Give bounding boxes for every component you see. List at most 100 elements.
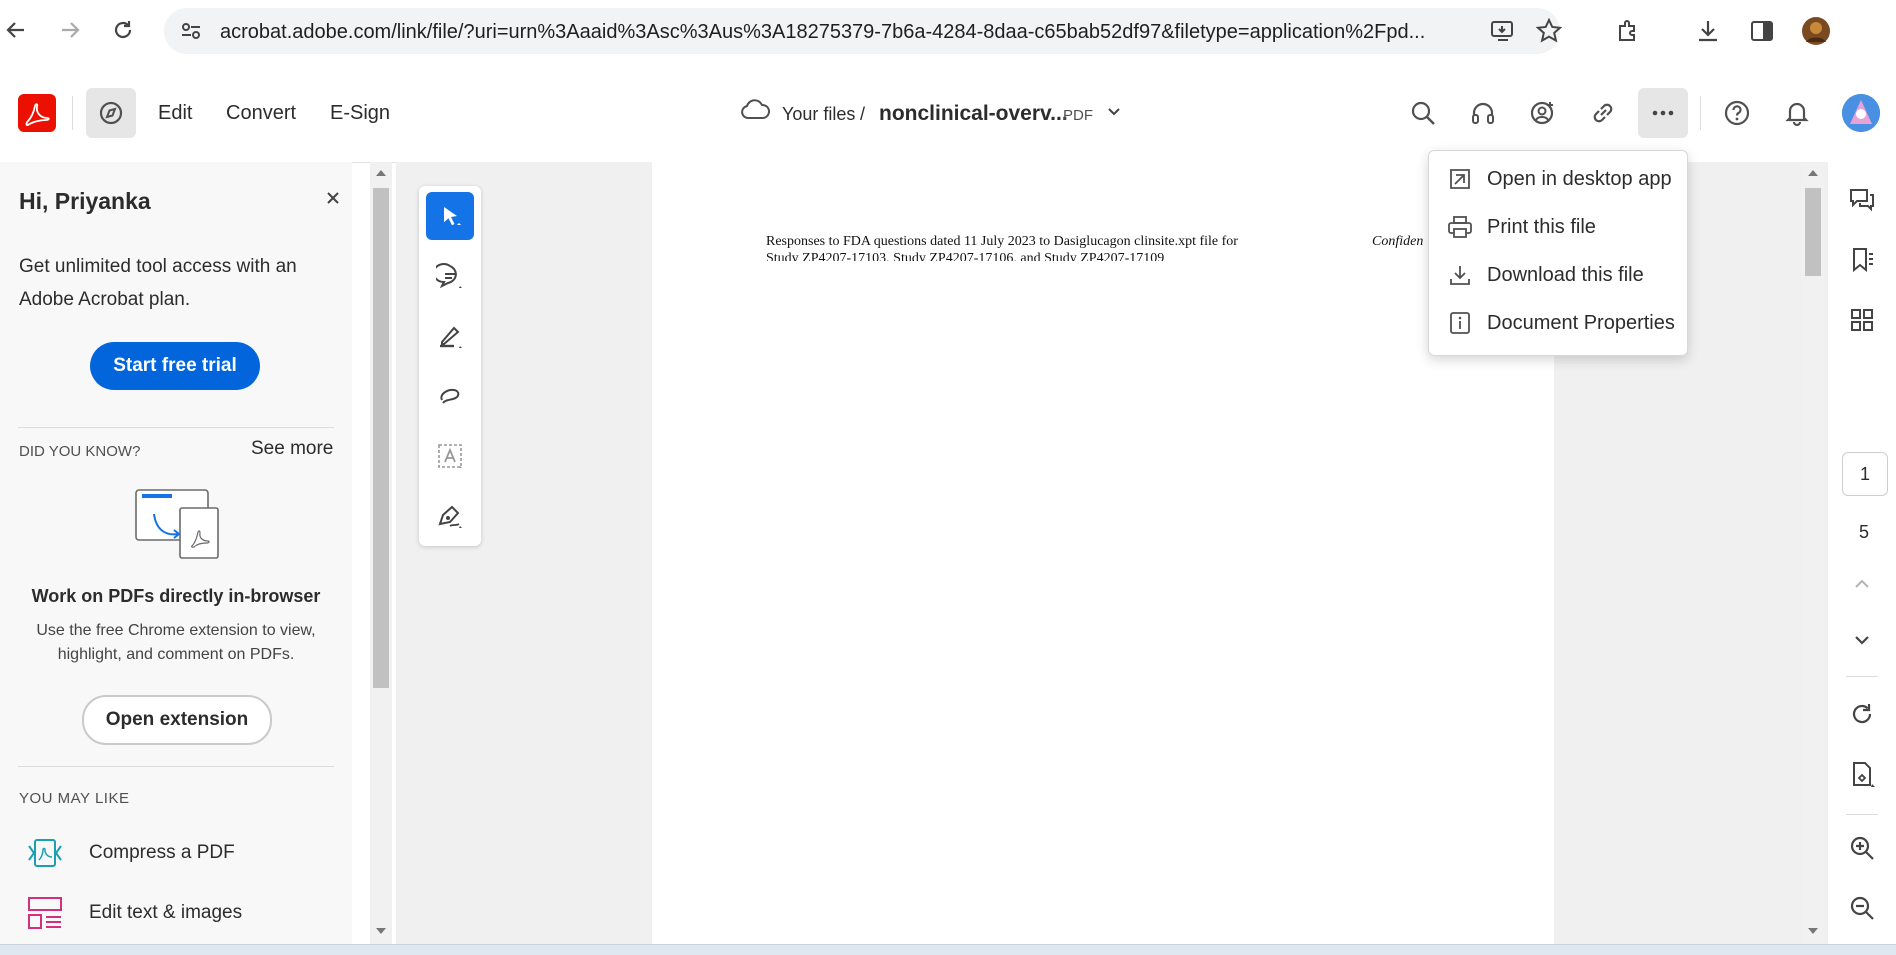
previous-page-chevron-up-icon[interactable]	[1842, 564, 1882, 604]
back-icon[interactable]	[0, 14, 32, 46]
profile-avatar[interactable]	[1800, 15, 1832, 47]
comments-panel-icon[interactable]	[1842, 180, 1882, 220]
bookmark-star-icon[interactable]	[1536, 18, 1562, 44]
reload-icon[interactable]	[107, 14, 139, 46]
home-button[interactable]	[86, 88, 136, 138]
section-divider	[18, 427, 334, 428]
draw-tool-button[interactable]	[426, 372, 474, 420]
select-tool-button[interactable]	[426, 192, 474, 240]
breadcrumb-separator: /	[860, 104, 866, 124]
more-options-button[interactable]	[1638, 88, 1688, 138]
forward-icon[interactable]	[54, 14, 86, 46]
side-panel-icon[interactable]	[1746, 15, 1778, 47]
acrobat-logo-icon[interactable]	[18, 94, 56, 132]
viewer-scrollbar[interactable]	[1802, 162, 1824, 944]
menu-item-download-file[interactable]: Download this file	[1429, 253, 1687, 297]
menu-item-document-properties[interactable]: Document Properties	[1429, 301, 1687, 345]
scroll-down-arrow-icon	[1808, 928, 1818, 934]
did-you-know-label: DID YOU KNOW?	[19, 443, 141, 460]
search-icon[interactable]	[1398, 88, 1448, 138]
menu-convert[interactable]: Convert	[226, 102, 296, 125]
compress-pdf-icon	[27, 836, 63, 870]
annotation-toolbar	[419, 186, 481, 546]
text-box-tool-button[interactable]	[426, 432, 474, 480]
sign-tool-button[interactable]	[426, 492, 474, 540]
cursor-arrow-icon	[444, 207, 461, 226]
suggestion-compress-pdf[interactable]: Compress a PDF	[0, 828, 352, 878]
text-box-icon	[438, 444, 462, 468]
zoom-out-icon[interactable]	[1842, 888, 1882, 928]
site-settings-icon[interactable]	[180, 20, 202, 42]
scrollbar-thumb[interactable]	[373, 188, 389, 688]
edit-text-images-icon	[27, 896, 63, 930]
browser-toolbar: acrobat.adobe.com/link/file/?uri=urn%3Aa…	[0, 0, 1896, 65]
open-external-icon	[1445, 164, 1475, 194]
menu-esign[interactable]: E-Sign	[330, 102, 390, 125]
address-bar[interactable]: acrobat.adobe.com/link/file/?uri=urn%3Aa…	[164, 8, 1562, 54]
highlighter-icon	[440, 326, 462, 348]
document-header-line-1: Responses to FDA questions dated 11 July…	[766, 234, 1238, 249]
confidential-label: Confiden	[1372, 234, 1424, 249]
chrome-extension-illustration-icon	[134, 484, 224, 560]
info-icon	[1445, 308, 1475, 338]
scroll-down-arrow-icon	[376, 928, 386, 934]
menu-item-open-desktop-app[interactable]: Open in desktop app	[1429, 157, 1687, 201]
extension-description: Use the free Chrome extension to view, h…	[36, 622, 316, 663]
download-icon	[1445, 260, 1475, 290]
pen-sign-icon	[438, 505, 462, 528]
acrobat-header: Edit Convert E-Sign Your files / nonclin…	[0, 64, 1896, 163]
freehand-draw-icon	[440, 388, 460, 404]
share-user-icon[interactable]	[1518, 88, 1568, 138]
left-panel-scrollbar[interactable]	[370, 162, 392, 944]
header-divider	[1700, 96, 1701, 130]
highlight-tool-button[interactable]	[426, 312, 474, 360]
help-icon[interactable]	[1712, 88, 1762, 138]
promo-text: Get unlimited tool access with an Adobe …	[19, 256, 297, 310]
open-extension-button[interactable]: Open extension	[82, 695, 272, 745]
downloads-icon[interactable]	[1692, 15, 1724, 47]
print-icon	[1445, 212, 1475, 242]
scrollbar-thumb[interactable]	[1805, 188, 1821, 276]
install-app-icon[interactable]	[1490, 18, 1516, 44]
zoom-in-icon[interactable]	[1842, 828, 1882, 868]
pdf-page[interactable]: Responses to FDA questions dated 11 July…	[652, 162, 1554, 944]
current-page-field[interactable]: 1	[1842, 452, 1888, 496]
page-tools-icon[interactable]	[1842, 754, 1882, 794]
more-options-menu: Open in desktop app Print this file Down…	[1428, 150, 1688, 356]
document-header-line-2: Study ZP4207-17103, Study ZP4207-17106, …	[766, 251, 1165, 261]
see-more-link[interactable]: See more	[251, 438, 333, 460]
file-name[interactable]: nonclinical-overv...	[879, 102, 1068, 126]
start-free-trial-button[interactable]: Start free trial	[90, 342, 260, 390]
thumbnails-grid-icon[interactable]	[1842, 300, 1882, 340]
cloud-icon	[740, 98, 770, 122]
total-pages: 5	[1858, 522, 1869, 542]
menu-item-print-file[interactable]: Print this file	[1429, 205, 1687, 249]
header-divider	[72, 96, 73, 130]
notifications-bell-icon[interactable]	[1772, 88, 1822, 138]
greeting-heading: Hi, Priyanka	[19, 188, 151, 214]
section-divider	[18, 766, 334, 767]
rail-divider	[1846, 676, 1878, 677]
close-icon[interactable]	[323, 188, 343, 208]
menu-item-label: Print this file	[1487, 215, 1596, 238]
compass-icon	[99, 101, 123, 125]
rotate-icon[interactable]	[1842, 694, 1882, 734]
read-aloud-icon[interactable]	[1458, 88, 1508, 138]
ellipsis-icon	[1652, 110, 1674, 116]
menu-item-label: Document Properties	[1487, 311, 1675, 334]
suggestion-edit-text-images[interactable]: Edit text & images	[0, 888, 352, 938]
breadcrumb-root[interactable]: Your files	[782, 104, 855, 125]
bookmarks-panel-icon[interactable]	[1842, 240, 1882, 280]
chevron-down-icon[interactable]	[1104, 102, 1124, 122]
extension-title: Work on PDFs directly in-browser	[31, 586, 321, 606]
left-promo-panel: Hi, Priyanka Get unlimited tool access w…	[0, 162, 352, 944]
next-page-chevron-down-icon[interactable]	[1842, 620, 1882, 660]
comment-icon	[436, 263, 462, 289]
extensions-icon[interactable]	[1612, 15, 1644, 47]
rail-divider	[1846, 814, 1878, 815]
scroll-up-arrow-icon	[1808, 170, 1818, 176]
link-icon[interactable]	[1578, 88, 1628, 138]
add-comment-tool-button[interactable]	[426, 252, 474, 300]
menu-edit[interactable]: Edit	[158, 102, 192, 125]
user-avatar[interactable]	[1842, 94, 1880, 132]
